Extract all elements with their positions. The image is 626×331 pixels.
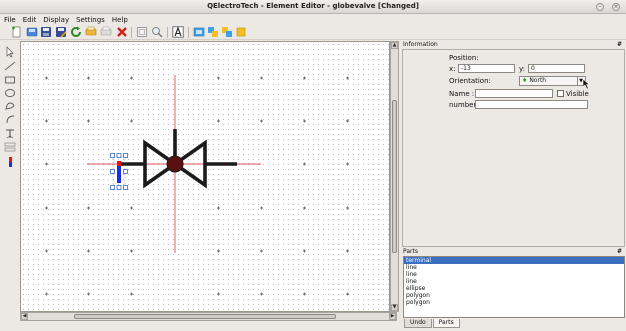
x-field[interactable]: -13 bbox=[458, 64, 515, 73]
zoom-icon[interactable] bbox=[151, 26, 163, 38]
minimize-icon[interactable]: – bbox=[596, 3, 604, 11]
copy-icon[interactable] bbox=[85, 26, 97, 38]
name-field[interactable] bbox=[475, 89, 553, 98]
toolbar-separator bbox=[188, 27, 189, 38]
y-label: y: bbox=[519, 65, 525, 73]
line-icon[interactable] bbox=[4, 60, 16, 72]
menu-bar: File Edit Display Settings Help bbox=[0, 14, 626, 25]
paste-icon[interactable] bbox=[100, 26, 112, 38]
textfield-icon[interactable] bbox=[4, 141, 16, 153]
parts-dock: Parts # terminal line line line ellipse … bbox=[401, 247, 626, 331]
dock-float-icon[interactable]: # bbox=[617, 40, 622, 49]
terminal-properties-panel: Position: x: -13 y: 0 Orientation: ♦ Nor… bbox=[402, 49, 625, 247]
horizontal-scroll-thumb[interactable] bbox=[74, 314, 336, 319]
visible-label: Visible bbox=[566, 90, 589, 98]
tab-undo[interactable]: Undo bbox=[404, 319, 432, 328]
visible-checkbox[interactable] bbox=[557, 90, 564, 97]
terminal-blue-body bbox=[117, 166, 121, 183]
canvas-graphics bbox=[45, 75, 349, 296]
tool-d-icon[interactable] bbox=[235, 26, 247, 38]
list-item[interactable]: ellipse bbox=[404, 285, 624, 292]
save-icon[interactable] bbox=[40, 26, 52, 38]
tool-c-icon[interactable] bbox=[221, 26, 233, 38]
list-item[interactable]: line bbox=[404, 264, 624, 271]
horizontal-scrollbar[interactable]: ◀ ▶ bbox=[20, 312, 397, 321]
close-icon[interactable]: × bbox=[612, 3, 620, 11]
open-icon[interactable] bbox=[26, 26, 38, 38]
parts-list[interactable]: terminal line line line ellipse polygon … bbox=[403, 256, 625, 318]
menu-help[interactable]: Help bbox=[112, 16, 128, 24]
reload-icon[interactable] bbox=[70, 26, 82, 38]
valve-globe bbox=[166, 155, 184, 173]
information-title: Information bbox=[403, 41, 438, 48]
number-field[interactable] bbox=[475, 100, 588, 109]
dock-tabs: Undo Parts bbox=[404, 319, 461, 329]
drawing-canvas[interactable] bbox=[20, 41, 390, 312]
title-bar: QElectroTech - Element Editor - globeval… bbox=[0, 0, 626, 14]
toolbar-separator bbox=[167, 27, 168, 38]
rectangle-icon[interactable] bbox=[4, 74, 16, 86]
save-as-icon[interactable] bbox=[55, 26, 67, 38]
parts-header: Parts # bbox=[401, 247, 626, 256]
scroll-left-icon[interactable]: ◀ bbox=[21, 313, 28, 320]
mouse-cursor-icon bbox=[582, 78, 591, 90]
toolbar bbox=[0, 25, 626, 40]
scroll-up-icon[interactable]: ▲ bbox=[391, 42, 398, 49]
list-item[interactable]: polygon bbox=[404, 299, 624, 306]
scroll-right-icon[interactable]: ▶ bbox=[389, 313, 396, 320]
information-header: Information # bbox=[401, 40, 626, 49]
zoom-fit-icon[interactable] bbox=[136, 26, 148, 38]
text-tool-icon[interactable] bbox=[4, 128, 16, 140]
selected-terminal[interactable] bbox=[117, 161, 121, 183]
menu-display[interactable]: Display bbox=[43, 16, 69, 24]
tool-a-icon[interactable] bbox=[193, 26, 205, 38]
delete-icon[interactable] bbox=[116, 26, 128, 38]
terminal-red-tip bbox=[117, 161, 121, 166]
parts-title: Parts bbox=[403, 248, 418, 255]
orientation-value: North bbox=[529, 77, 547, 84]
name-label: Name : bbox=[449, 90, 475, 98]
list-item[interactable]: terminal bbox=[404, 257, 624, 264]
terminal-icon[interactable] bbox=[4, 156, 16, 168]
orientation-label: Orientation: bbox=[449, 77, 491, 85]
orientation-select[interactable]: ♦ North ▼ bbox=[519, 76, 586, 86]
dock-float-icon[interactable]: # bbox=[617, 247, 622, 256]
list-item[interactable]: polygon bbox=[404, 292, 624, 299]
y-field[interactable]: 0 bbox=[528, 64, 585, 73]
toolbar-separator bbox=[131, 27, 132, 38]
text-icon[interactable] bbox=[172, 26, 184, 38]
menu-edit[interactable]: Edit bbox=[23, 16, 37, 24]
x-label: x: bbox=[449, 65, 456, 73]
menu-settings[interactable]: Settings bbox=[76, 16, 105, 24]
grid-crosses bbox=[45, 76, 349, 296]
list-item[interactable]: line bbox=[404, 271, 624, 278]
ellipse-icon[interactable] bbox=[4, 87, 16, 99]
vertical-scrollbar[interactable]: ▲ ▼ bbox=[390, 41, 399, 312]
position-label: Position: bbox=[449, 54, 479, 62]
tool-b-icon[interactable] bbox=[207, 26, 219, 38]
drawing-tools bbox=[0, 41, 19, 321]
window-title: QElectroTech - Element Editor - globeval… bbox=[207, 2, 419, 10]
information-dock: Information # Position: x: -13 y: 0 Orie… bbox=[401, 40, 626, 247]
north-icon: ♦ bbox=[522, 77, 528, 84]
menu-file[interactable]: File bbox=[4, 16, 16, 24]
pointer-icon[interactable] bbox=[4, 46, 16, 58]
tab-parts[interactable]: Parts bbox=[432, 319, 460, 328]
arc-icon[interactable] bbox=[4, 113, 16, 125]
vertical-scroll-thumb[interactable] bbox=[392, 100, 397, 253]
circle-icon[interactable] bbox=[4, 100, 16, 112]
scroll-down-icon[interactable]: ▼ bbox=[391, 304, 398, 311]
list-item[interactable]: line bbox=[404, 278, 624, 285]
new-icon[interactable] bbox=[11, 26, 23, 38]
